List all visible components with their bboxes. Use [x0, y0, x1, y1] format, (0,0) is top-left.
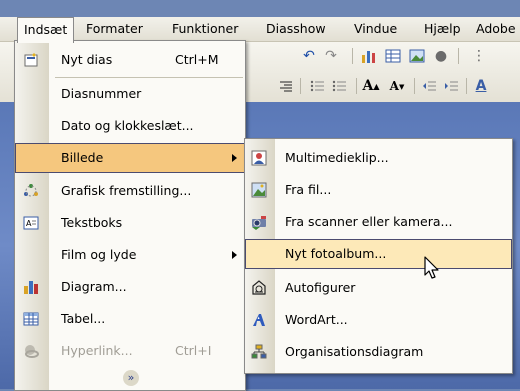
menu-help[interactable]: Hjælp: [418, 17, 467, 41]
menu-item-hyperlink[interactable]: Hyperlink... Ctrl+I: [15, 336, 245, 366]
submenu-item-scanner-camera[interactable]: Fra scanner eller kamera...: [245, 207, 512, 237]
chart-icon: [21, 278, 41, 296]
menu-separator: [55, 77, 243, 78]
picture-submenu: Multimedieklip... Fra fil... Fra scanner…: [244, 138, 513, 374]
submenu-item-autoshapes[interactable]: Autofigurer: [245, 273, 512, 303]
submenu-item-from-file[interactable]: Fra fil...: [245, 175, 512, 205]
numbered-list-icon[interactable]: [308, 77, 326, 95]
menu-insert[interactable]: Indsæt: [17, 17, 75, 43]
increase-indent-icon[interactable]: [442, 77, 460, 95]
scanner-camera-icon: [249, 213, 269, 231]
toolbar-separator: [466, 78, 467, 94]
submenu-item-wordart[interactable]: WordArt...: [245, 305, 512, 335]
org-chart-icon: [249, 343, 269, 361]
font-color-icon[interactable]: A: [472, 77, 490, 95]
bulleted-list-icon[interactable]: [330, 77, 348, 95]
hyperlink-toolbar-icon[interactable]: ●: [432, 47, 450, 65]
menu-item-new-slide[interactable]: Nyt dias Ctrl+M: [15, 45, 245, 75]
submenu-item-org-chart[interactable]: Organisationsdiagram: [245, 337, 512, 367]
menu-expand-row[interactable]: »: [15, 366, 245, 388]
toolbar-separator: [356, 78, 357, 94]
insert-picture-toolbar-icon[interactable]: [408, 47, 426, 65]
menu-adobe[interactable]: Adobe: [470, 17, 520, 41]
align-right-icon[interactable]: [276, 77, 294, 95]
submenu-arrow-icon: [232, 251, 237, 259]
menu-format[interactable]: Formater: [80, 17, 149, 41]
undo-icon[interactable]: ↶: [300, 47, 318, 65]
menu-item-movies-sounds[interactable]: Film og lyde: [15, 240, 245, 270]
submenu-item-new-photo-album[interactable]: Nyt fotoalbum...: [245, 239, 512, 269]
table-toolbar-icon[interactable]: [384, 47, 402, 65]
redo-icon[interactable]: ↷: [322, 47, 340, 65]
menu-slideshow[interactable]: Diasshow: [260, 17, 332, 41]
decrease-indent-icon[interactable]: [420, 77, 438, 95]
diagram-gallery-icon: [21, 182, 41, 200]
picture-from-file-icon: [249, 181, 269, 199]
toolbar-separator: [414, 78, 415, 94]
mouse-pointer-icon: [424, 256, 439, 279]
toolbar-separator: [458, 48, 459, 64]
clip-art-icon: [249, 149, 269, 167]
textbox-icon: A: [21, 214, 41, 232]
menu-item-table[interactable]: Tabel...: [15, 304, 245, 334]
increase-font-size-icon[interactable]: A ▲: [362, 77, 380, 95]
menu-item-date-time[interactable]: Dato og klokkeslæt...: [15, 111, 245, 141]
decrease-font-size-icon[interactable]: A ▼: [388, 77, 406, 95]
menu-window[interactable]: Vindue: [348, 17, 403, 41]
menu-item-picture[interactable]: Billede: [15, 143, 245, 173]
menu-item-diagram-gallery[interactable]: Grafisk fremstilling...: [15, 176, 245, 206]
table-icon: [21, 310, 41, 328]
svg-text:A: A: [26, 219, 32, 228]
menu-bar: Indsæt Formater Funktioner Diasshow Vind…: [0, 17, 520, 43]
submenu-item-clip-art[interactable]: Multimedieklip...: [245, 143, 512, 173]
autoshapes-icon: [249, 279, 269, 297]
wordart-icon: [249, 311, 269, 329]
double-chevron-down-icon[interactable]: »: [123, 370, 139, 386]
chart-toolbar-icon[interactable]: [360, 47, 378, 65]
insert-menu: Nyt dias Ctrl+M Diasnummer Dato og klokk…: [14, 40, 246, 391]
menu-tools[interactable]: Funktioner: [166, 17, 244, 41]
new-slide-icon: [21, 51, 41, 69]
menu-item-textbox[interactable]: A Tekstboks: [15, 208, 245, 238]
menu-item-chart[interactable]: Diagram...: [15, 272, 245, 302]
submenu-arrow-icon: [232, 154, 237, 162]
expand-toolbar-icon[interactable]: ⋮: [470, 47, 488, 65]
menu-item-slide-number[interactable]: Diasnummer: [15, 79, 245, 109]
hyperlink-icon: [21, 342, 41, 360]
toolbar-separator: [352, 48, 353, 64]
toolbar-separator: [300, 78, 301, 94]
